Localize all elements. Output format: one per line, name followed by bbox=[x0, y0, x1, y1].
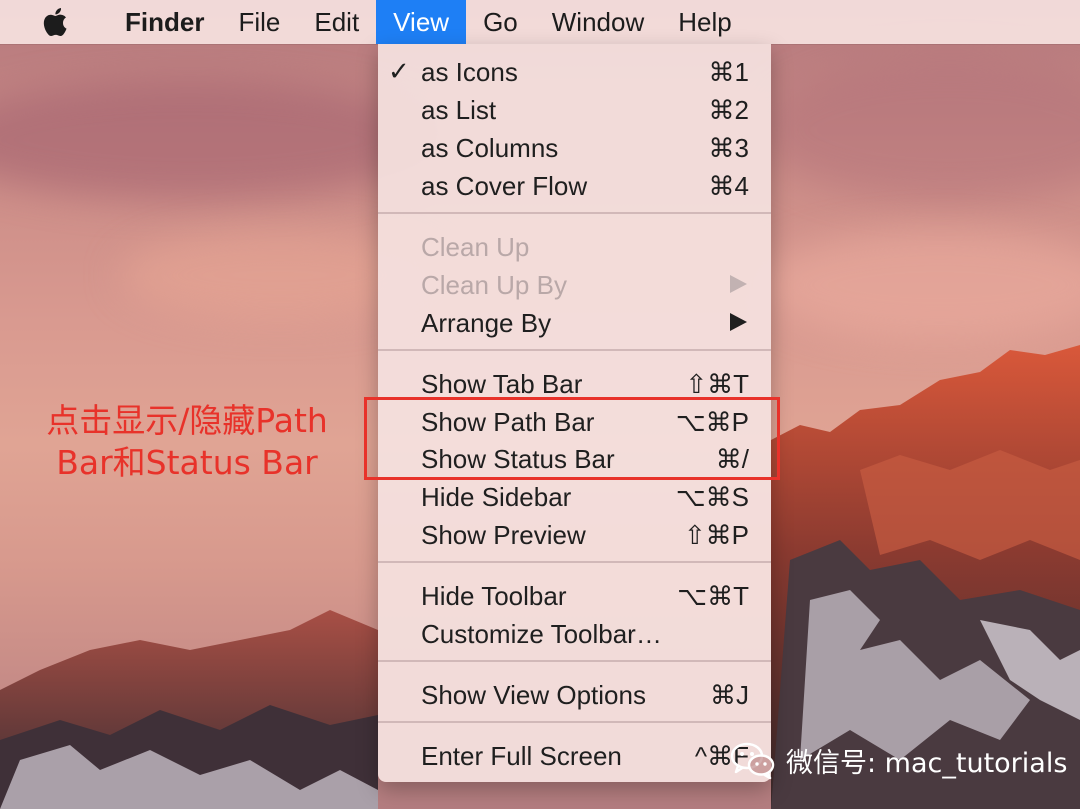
menu-item-as-icons[interactable]: ✓ as Icons ⌘1 bbox=[378, 51, 771, 89]
menu-item-show-view-options[interactable]: Show View Options ⌘J bbox=[378, 674, 771, 712]
menu-item-label: as Icons bbox=[421, 57, 518, 87]
menu-item-shortcut: ⌘3 bbox=[708, 133, 749, 163]
menu-item-label: Clean Up bbox=[421, 232, 530, 262]
annotation-line-1: 点击显示/隐藏Path bbox=[46, 401, 328, 440]
menu-item-label: Show Preview bbox=[421, 520, 586, 550]
menu-help[interactable]: Help bbox=[661, 0, 748, 44]
menu-item-enter-full-screen[interactable]: Enter Full Screen ^⌘F bbox=[378, 735, 771, 773]
menu-item-label: Show View Options bbox=[421, 680, 646, 710]
annotation-highlight-box bbox=[364, 397, 780, 480]
menu-separator bbox=[378, 721, 771, 723]
submenu-arrow-icon bbox=[730, 275, 747, 293]
menu-item-shortcut: ⌥⌘S bbox=[675, 482, 749, 512]
menu-edit[interactable]: Edit bbox=[297, 0, 376, 44]
menu-separator bbox=[378, 212, 771, 214]
menu-item-label: as Columns bbox=[421, 133, 559, 163]
menu-window[interactable]: Window bbox=[535, 0, 661, 44]
menu-separator bbox=[378, 561, 771, 563]
menu-item-shortcut: ⌘4 bbox=[708, 171, 749, 201]
menu-item-label: as Cover Flow bbox=[421, 171, 588, 201]
menu-item-hide-sidebar[interactable]: Hide Sidebar ⌥⌘S bbox=[378, 476, 771, 514]
menu-item-shortcut: ⇧⌘T bbox=[685, 369, 749, 399]
menu-item-arrange-by[interactable]: Arrange By bbox=[378, 302, 771, 340]
wechat-icon bbox=[730, 740, 776, 780]
menu-bar: Finder File Edit View Go Window Help bbox=[0, 0, 1080, 44]
menu-view[interactable]: View bbox=[376, 0, 467, 44]
menu-item-as-list[interactable]: as List ⌘2 bbox=[378, 89, 771, 127]
menu-item-label: Show Tab Bar bbox=[421, 369, 583, 399]
menu-item-clean-up: Clean Up bbox=[378, 226, 771, 264]
menu-item-label: Hide Toolbar bbox=[421, 581, 567, 611]
menu-item-label: as List bbox=[421, 95, 497, 125]
checkmark-icon: ✓ bbox=[388, 56, 410, 86]
menu-item-label: Hide Sidebar bbox=[421, 482, 572, 512]
menu-finder[interactable]: Finder bbox=[108, 0, 221, 44]
menu-item-label: Arrange By bbox=[421, 308, 552, 338]
menu-item-label: Clean Up By bbox=[421, 270, 567, 300]
menu-item-label: Enter Full Screen bbox=[421, 741, 622, 771]
menu-item-show-tab-bar[interactable]: Show Tab Bar ⇧⌘T bbox=[378, 363, 771, 401]
menu-item-as-cover-flow[interactable]: as Cover Flow ⌘4 bbox=[378, 165, 771, 203]
menu-item-as-columns[interactable]: as Columns ⌘3 bbox=[378, 127, 771, 165]
menu-item-hide-toolbar[interactable]: Hide Toolbar ⌥⌘T bbox=[378, 575, 771, 613]
menu-item-show-preview[interactable]: Show Preview ⇧⌘P bbox=[378, 514, 771, 552]
menu-item-shortcut: ⌥⌘T bbox=[677, 581, 749, 611]
annotation-text: 点击显示/隐藏Path Bar和Status Bar bbox=[22, 400, 352, 484]
watermark-text: 微信号: mac_tutorials bbox=[786, 747, 1068, 779]
menu-go[interactable]: Go bbox=[466, 0, 535, 44]
menu-item-shortcut: ⌘1 bbox=[708, 57, 749, 87]
submenu-arrow-icon bbox=[730, 313, 747, 331]
menu-file[interactable]: File bbox=[221, 0, 297, 44]
menu-item-label: Customize Toolbar… bbox=[421, 619, 662, 649]
menu-separator bbox=[378, 349, 771, 351]
menu-item-customize-toolbar[interactable]: Customize Toolbar… bbox=[378, 613, 771, 651]
menu-item-shortcut: ⌘2 bbox=[708, 95, 749, 125]
menu-separator bbox=[378, 660, 771, 662]
menu-item-shortcut: ⇧⌘P bbox=[683, 520, 749, 550]
menu-item-clean-up-by: Clean Up By bbox=[378, 264, 771, 302]
menu-item-shortcut: ⌘J bbox=[710, 680, 749, 710]
wechat-watermark: 微信号: mac_tutorials bbox=[730, 736, 1067, 784]
annotation-line-2: Bar和Status Bar bbox=[56, 443, 318, 482]
apple-logo-icon[interactable] bbox=[40, 6, 68, 38]
